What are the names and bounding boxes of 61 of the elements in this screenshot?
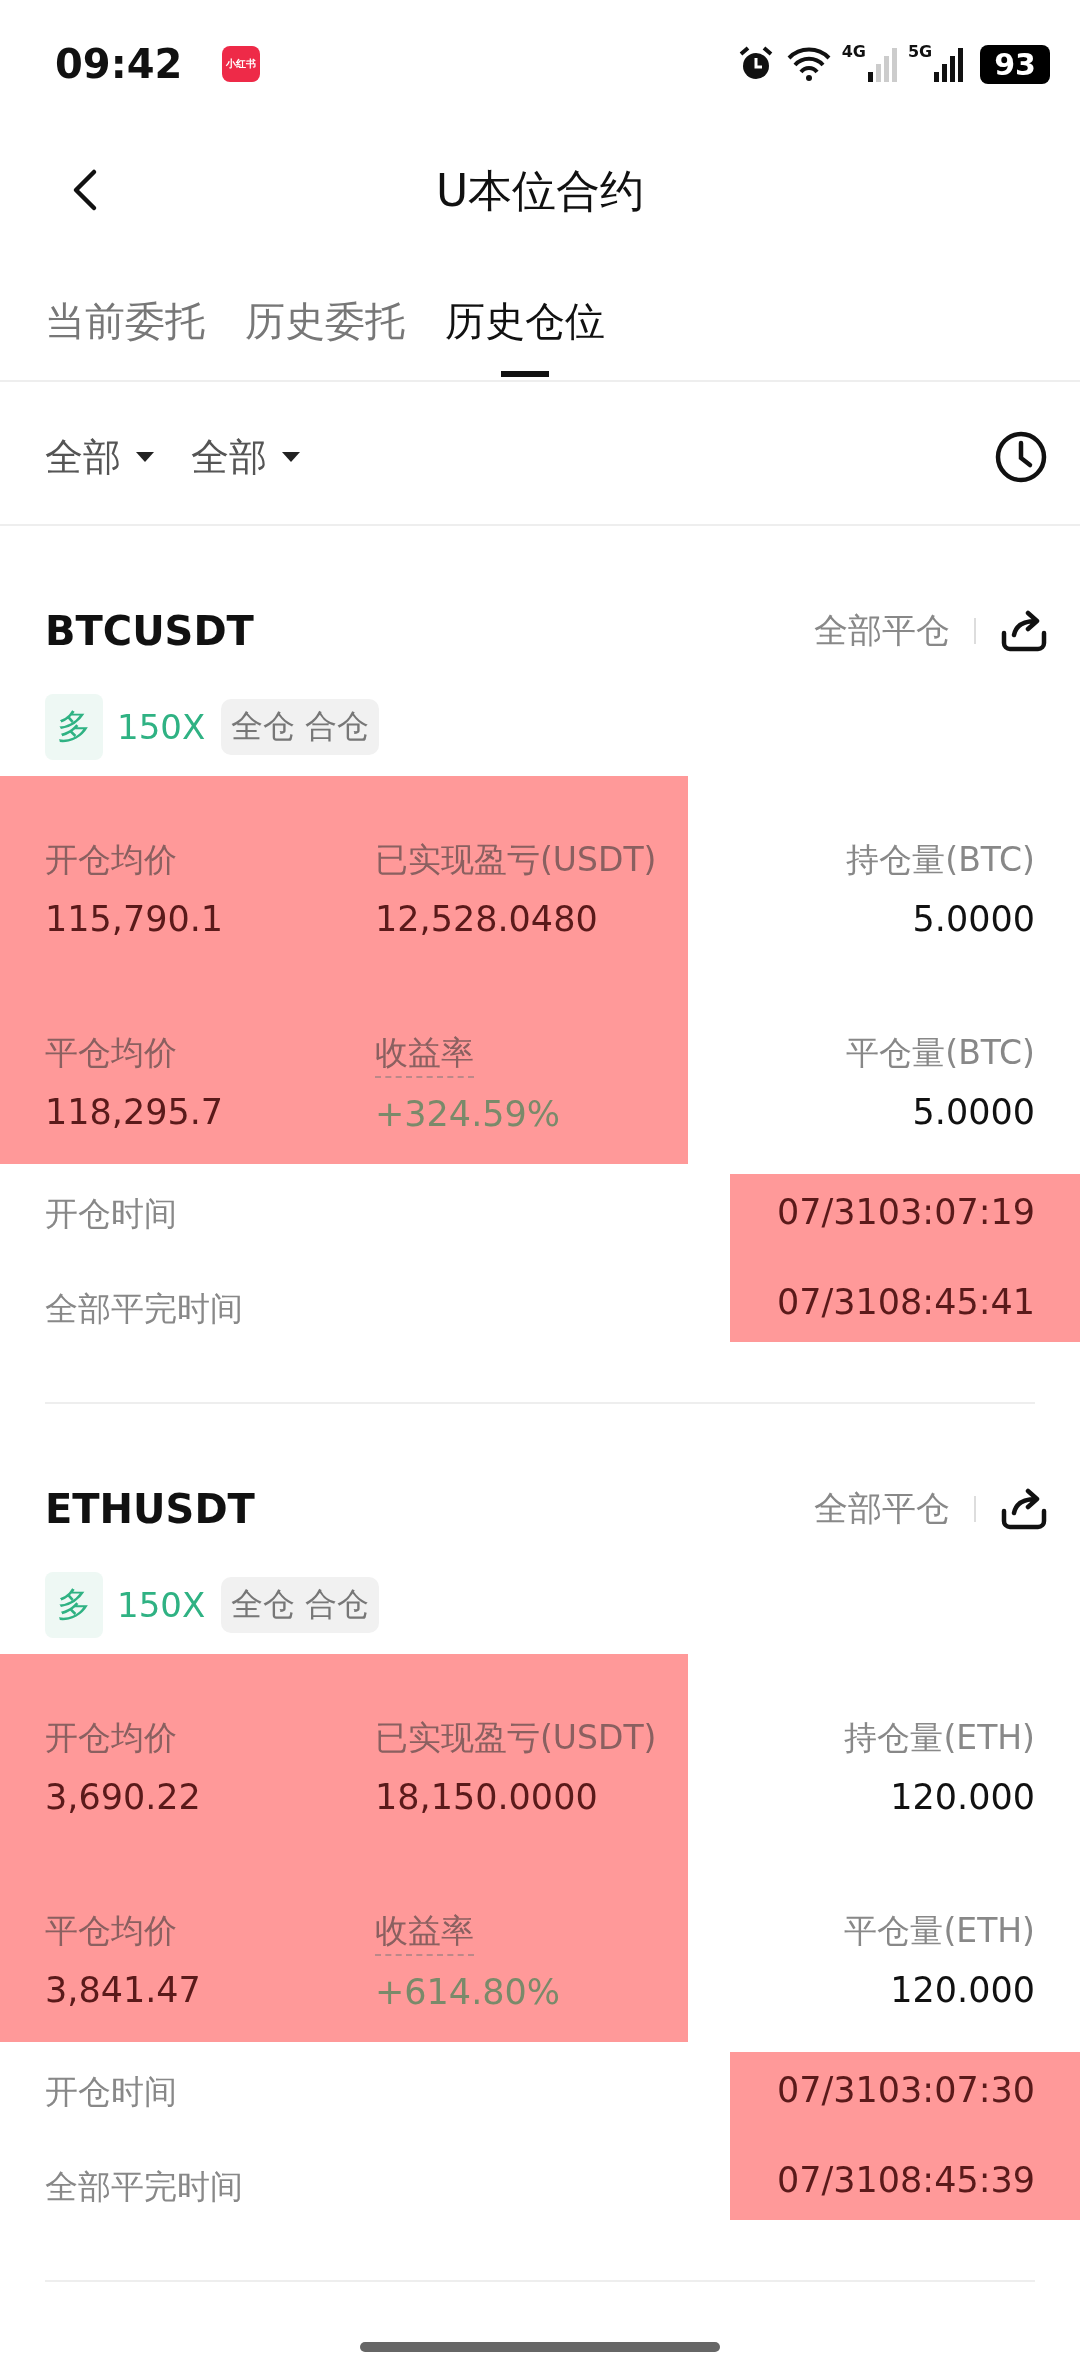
margin-mode-tag: 全仓 合仓 xyxy=(221,699,380,755)
side-tag: 多 xyxy=(45,1572,103,1638)
filter-dropdown[interactable]: 全部 xyxy=(45,431,155,483)
time-label: 开仓时间 xyxy=(45,2071,178,2113)
close-all-link[interactable]: 全部平仓 xyxy=(814,608,950,654)
stat-value: 118,295.7 xyxy=(45,1092,225,1132)
status-time: 09:42 xyxy=(55,41,183,87)
stat-label: 平仓均价 xyxy=(45,1910,178,1952)
stat-label: 持仓量(ETH) xyxy=(844,1717,1035,1759)
tab[interactable]: 当前委托 xyxy=(45,272,205,377)
tab[interactable]: 历史仓位 xyxy=(445,272,605,377)
caret-icon xyxy=(281,451,301,463)
symbol-name: BTCUSDT xyxy=(45,608,254,654)
filter-dropdown[interactable]: 全部 xyxy=(191,431,301,483)
stat-value: 120.000 xyxy=(890,1777,1035,1817)
signal-icon xyxy=(868,46,898,82)
app-badge: 小红书 xyxy=(222,46,261,82)
stat-label: 收益率 xyxy=(375,1031,474,1078)
stat-value: 115,790.1 xyxy=(45,899,225,939)
stat-value: 18,150.0000 xyxy=(375,1777,599,1817)
stat-label: 开仓均价 xyxy=(45,1717,178,1759)
stat-label: 平仓量(BTC) xyxy=(846,1032,1035,1074)
stat-value: +614.80% xyxy=(375,1972,562,2012)
side-tag: 多 xyxy=(45,694,103,760)
margin-mode-tag: 全仓 合仓 xyxy=(221,1577,380,1633)
share-icon[interactable] xyxy=(1000,609,1048,653)
stat-value: 5.0000 xyxy=(912,1092,1035,1132)
stat-label: 已实现盈亏(USDT) xyxy=(375,1717,658,1759)
time-value: 07/3103:07:19 xyxy=(776,1192,1035,1232)
stat-value: 12,528.0480 xyxy=(375,899,599,939)
stat-label: 开仓均价 xyxy=(45,839,178,881)
caret-icon xyxy=(135,451,155,463)
network-label: 4G xyxy=(841,42,866,61)
stat-value: +324.59% xyxy=(375,1094,562,1134)
time-label: 全部平完时间 xyxy=(45,2166,243,2208)
time-value: 07/3108:45:41 xyxy=(776,1282,1035,1322)
stat-value: 120.000 xyxy=(890,1970,1035,2010)
tab[interactable]: 历史委托 xyxy=(245,272,405,377)
time-label: 全部平完时间 xyxy=(45,1288,243,1330)
close-all-link[interactable]: 全部平仓 xyxy=(814,1486,950,1532)
battery-indicator: 93 xyxy=(980,44,1050,84)
signal-icon xyxy=(934,46,965,82)
stat-label: 平仓量(ETH) xyxy=(844,1910,1035,1952)
network-label: 5G xyxy=(908,42,933,61)
leverage-label: 150X xyxy=(117,707,206,747)
time-label: 开仓时间 xyxy=(45,1193,178,1235)
stat-value: 5.0000 xyxy=(912,899,1035,939)
leverage-label: 150X xyxy=(117,1585,206,1625)
symbol-name: ETHUSDT xyxy=(45,1486,255,1532)
stat-value: 3,690.22 xyxy=(45,1777,202,1817)
page-title: U本位合约 xyxy=(435,163,645,218)
wifi-icon xyxy=(785,46,832,82)
stat-label: 平仓均价 xyxy=(45,1032,178,1074)
stat-value: 3,841.47 xyxy=(45,1970,202,2010)
stat-label: 收益率 xyxy=(375,1909,474,1956)
time-value: 07/3103:07:30 xyxy=(776,2070,1035,2110)
time-value: 07/3108:45:39 xyxy=(776,2160,1035,2200)
stat-label: 已实现盈亏(USDT) xyxy=(375,839,658,881)
clock-icon[interactable] xyxy=(994,430,1048,484)
stat-label: 持仓量(BTC) xyxy=(846,839,1035,881)
share-icon[interactable] xyxy=(1000,1487,1048,1531)
